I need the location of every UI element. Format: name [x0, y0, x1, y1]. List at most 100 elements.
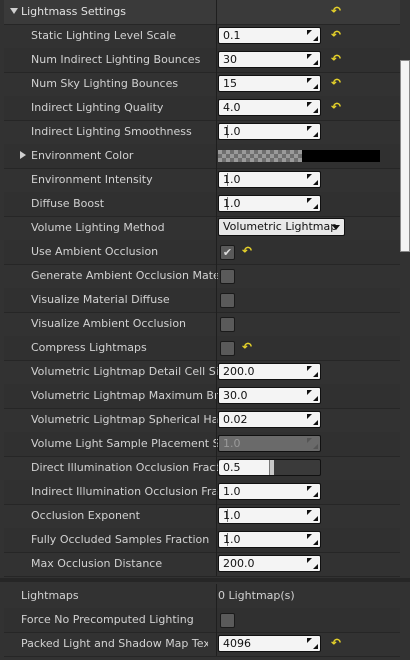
column-separator — [216, 632, 217, 656]
drag-spin-icon[interactable] — [306, 101, 319, 114]
column-separator — [216, 504, 217, 528]
environment-color-swatch[interactable] — [218, 150, 380, 162]
property-label: Volumetric Lightmap Detail Cell Size — [31, 365, 218, 378]
diffuse-boost-field[interactable]: 1.0 — [218, 195, 321, 212]
drag-spin-icon[interactable] — [306, 509, 319, 522]
detail-cell-size-field[interactable]: 200.0 — [218, 363, 321, 380]
property-indirect-lighting-quality: Indirect Lighting Quality 4.0 ↶ — [4, 96, 400, 121]
packed-texture-size-field[interactable]: 4096 — [218, 635, 321, 652]
drag-spin-icon[interactable] — [306, 557, 319, 570]
property-label: Compress Lightmaps — [31, 341, 147, 354]
max-occlusion-distance-field[interactable]: 200.0 — [218, 555, 321, 572]
field-value: 4096 — [223, 637, 251, 650]
property-num-sky-lighting-bounces: Num Sky Lighting Bounces 15 ↶ — [4, 72, 400, 97]
expand-arrow-icon[interactable] — [20, 151, 26, 159]
environment-intensity-field[interactable]: 1.0 — [218, 171, 321, 188]
field-value: 1.0 — [223, 533, 241, 546]
visualize-material-diffuse-checkbox[interactable] — [220, 293, 235, 308]
color-preview — [302, 150, 380, 162]
reset-to-default-icon[interactable]: ↶ — [331, 29, 343, 41]
indirect-occlusion-fraction-field[interactable]: 1.0 — [218, 483, 321, 500]
field-value: 200.0 — [223, 557, 255, 570]
sample-placement-scale-field: 1.0 — [218, 435, 321, 452]
drag-spin-icon[interactable] — [306, 29, 319, 42]
column-separator — [216, 552, 217, 576]
direct-occlusion-fraction-slider[interactable]: 0.5 — [218, 459, 321, 476]
details-panel: Lightmass Settings ↶ Static Lighting Lev… — [0, 0, 410, 660]
column-separator — [216, 336, 217, 360]
collapse-arrow-icon[interactable] — [10, 8, 18, 14]
generate-ao-material-mask-checkbox[interactable] — [220, 269, 235, 284]
static-lighting-level-scale-field[interactable]: 0.1 — [218, 27, 321, 44]
column-separator — [216, 120, 217, 144]
drag-spin-icon[interactable] — [306, 637, 319, 650]
reset-to-default-icon[interactable]: ↶ — [331, 5, 343, 17]
field-value: 1.0 — [223, 509, 241, 522]
category-lightmass-settings[interactable]: Lightmass Settings ↶ — [4, 0, 400, 25]
column-separator — [216, 264, 217, 288]
reset-to-default-icon[interactable]: ↶ — [331, 101, 343, 113]
column-separator — [216, 0, 217, 24]
volume-lighting-method-dropdown[interactable]: Volumetric Lightmap — [218, 218, 345, 236]
field-value: 1.0 — [223, 125, 241, 138]
property-compress-lightmaps: Compress Lightmaps ↶ — [4, 336, 400, 361]
property-label: Visualize Ambient Occlusion — [31, 317, 187, 330]
indirect-lighting-quality-field[interactable]: 4.0 — [218, 99, 321, 116]
visualize-ambient-occlusion-checkbox[interactable] — [220, 317, 235, 332]
occlusion-exponent-field[interactable]: 1.0 — [218, 507, 321, 524]
property-packed-light-shadow-map-size: Packed Light and Shadow Map Texture Size… — [4, 632, 400, 657]
column-separator — [216, 584, 217, 608]
sh-smoothing-field[interactable]: 0.02 — [218, 411, 321, 428]
drag-spin-icon[interactable] — [306, 485, 319, 498]
drag-spin-icon[interactable] — [306, 125, 319, 138]
vertical-scrollbar[interactable] — [400, 60, 410, 252]
field-value: 0.02 — [223, 413, 248, 426]
field-value: 0.1 — [223, 29, 241, 42]
compress-lightmaps-checkbox[interactable] — [220, 341, 235, 356]
property-label: Indirect Lighting Quality — [31, 101, 164, 114]
drag-spin-icon — [306, 437, 319, 450]
drag-spin-icon[interactable] — [306, 173, 319, 186]
drag-spin-icon[interactable] — [306, 53, 319, 66]
drag-spin-icon[interactable] — [306, 197, 319, 210]
use-ambient-occlusion-checkbox[interactable]: ✔ — [220, 245, 235, 260]
property-visualize-material-diffuse: Visualize Material Diffuse — [4, 288, 400, 313]
property-label: Environment Intensity — [31, 173, 153, 186]
property-label: Direct Illumination Occlusion Fraction — [31, 461, 218, 474]
num-indirect-lighting-bounces-field[interactable]: 30 — [218, 51, 321, 68]
property-indirect-illumination-occlusion-fraction: Indirect Illumination Occlusion Fraction… — [4, 480, 400, 505]
reset-to-default-icon[interactable]: ↶ — [242, 245, 254, 257]
fully-occluded-samples-field[interactable]: 1.0 — [218, 531, 321, 548]
property-volumetric-lightmap-detail-cell-size: Volumetric Lightmap Detail Cell Size 200… — [4, 360, 400, 385]
column-separator — [216, 240, 217, 264]
column-separator — [216, 144, 217, 168]
column-separator — [216, 456, 217, 480]
column-separator — [216, 608, 217, 632]
property-volume-light-sample-placement-scale: Volume Light Sample Placement Scale 1.0 — [4, 432, 400, 457]
force-no-precomputed-lighting-checkbox[interactable] — [220, 613, 235, 628]
column-separator — [216, 216, 217, 240]
property-environment-intensity: Environment Intensity 1.0 — [4, 168, 400, 193]
drag-spin-icon[interactable] — [306, 77, 319, 90]
drag-spin-icon[interactable] — [306, 413, 319, 426]
property-lightmaps: Lightmaps 0 Lightmap(s) — [4, 584, 400, 609]
num-sky-lighting-bounces-field[interactable]: 15 — [218, 75, 321, 92]
column-separator — [216, 312, 217, 336]
reset-to-default-icon[interactable]: ↶ — [331, 53, 343, 65]
drag-spin-icon[interactable] — [306, 533, 319, 546]
reset-to-default-icon[interactable]: ↶ — [331, 77, 343, 89]
property-generate-ao-material-mask: Generate Ambient Occlusion Material Mask — [4, 264, 400, 289]
reset-to-default-icon[interactable]: ↶ — [242, 341, 254, 353]
drag-spin-icon[interactable] — [306, 365, 319, 378]
indirect-lighting-smoothness-field[interactable]: 1.0 — [218, 123, 321, 140]
property-label: Lightmaps — [21, 589, 79, 602]
drag-spin-icon[interactable] — [306, 389, 319, 402]
max-brick-memory-field[interactable]: 30.0 — [218, 387, 321, 404]
property-label: Indirect Lighting Smoothness — [31, 125, 192, 138]
dropdown-value: Volumetric Lightmap — [223, 220, 338, 233]
reset-to-default-icon[interactable]: ↶ — [331, 637, 343, 649]
property-label: Static Lighting Level Scale — [31, 29, 177, 42]
property-label: Generate Ambient Occlusion Material Mask — [31, 269, 218, 282]
property-max-occlusion-distance: Max Occlusion Distance 200.0 — [4, 552, 400, 577]
slider-handle[interactable] — [269, 460, 274, 475]
